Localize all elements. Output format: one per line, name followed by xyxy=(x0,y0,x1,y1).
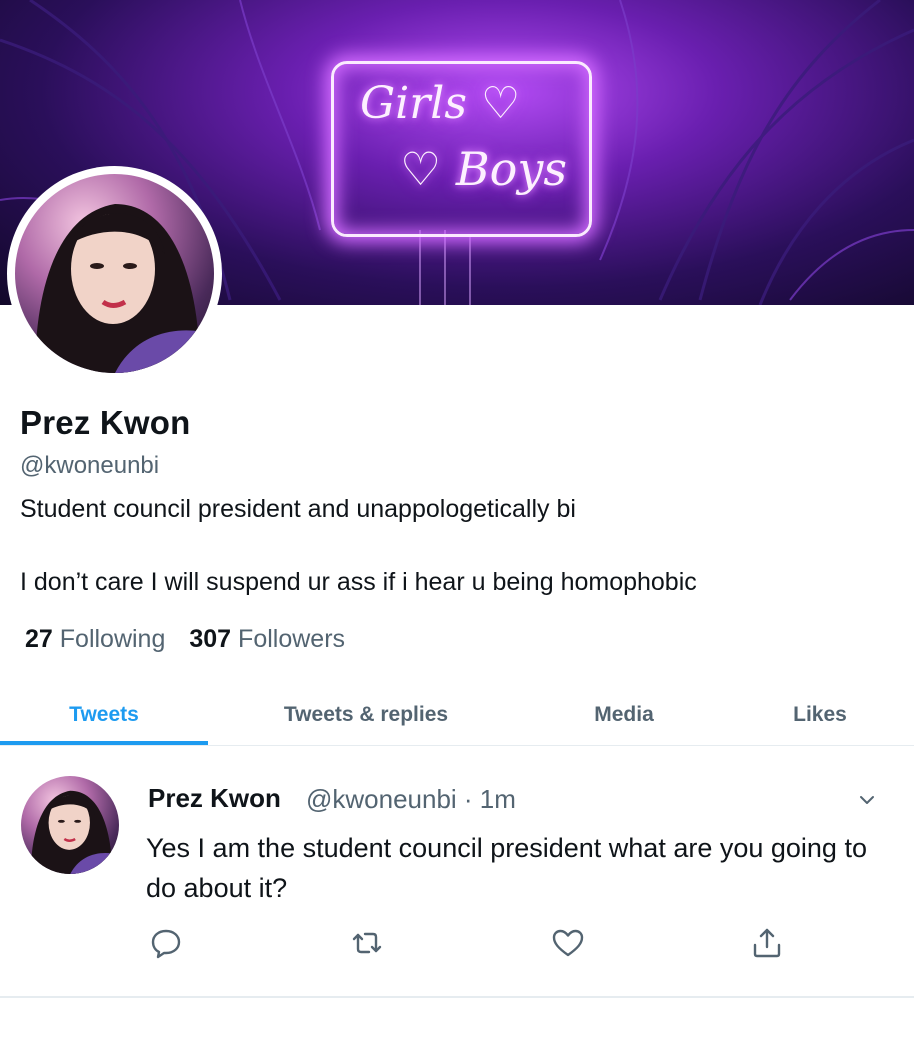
tab-media[interactable]: Media xyxy=(540,688,708,742)
tab-likes[interactable]: Likes xyxy=(740,688,900,742)
profile-handle: @kwoneunbi xyxy=(20,452,160,479)
profile-bio-line2: I don’t care I will suspend ur ass if i … xyxy=(20,568,697,596)
reply-icon[interactable] xyxy=(148,925,184,961)
tweet-text: Yes I am the student council president w… xyxy=(146,833,867,903)
active-tab-indicator xyxy=(0,741,208,745)
follow-stats: 27 Following 307 Followers xyxy=(25,625,369,654)
retweet-icon[interactable] xyxy=(349,925,385,961)
followers-label: Followers xyxy=(238,625,346,653)
tweet-author-name[interactable]: Prez Kwon xyxy=(148,783,281,814)
followers-count: 307 xyxy=(189,625,232,653)
avatar-photo xyxy=(15,174,214,373)
profile-bio-line1: Student council president and unappologe… xyxy=(20,495,576,523)
neon-text-line1: Girls ♡ xyxy=(360,78,521,129)
tweet-meta: @kwoneunbi · 1m xyxy=(306,784,516,814)
profile-avatar[interactable] xyxy=(7,166,222,381)
like-icon[interactable] xyxy=(550,925,586,961)
tab-tweets[interactable]: Tweets xyxy=(0,688,208,742)
tab-tweets-and-replies[interactable]: Tweets & replies xyxy=(248,688,484,742)
tweet-avatar-portrait-illustration xyxy=(30,790,119,874)
share-icon[interactable] xyxy=(749,925,785,961)
followers-link[interactable]: 307 Followers xyxy=(189,625,345,653)
tweet-avatar[interactable] xyxy=(21,776,119,874)
profile-tabs: Tweets Tweets & replies Media Likes xyxy=(0,688,914,746)
tweet-avatar-photo xyxy=(21,776,119,874)
following-link[interactable]: 27 Following xyxy=(25,625,165,653)
avatar-portrait-illustration xyxy=(35,204,214,373)
following-count: 27 xyxy=(25,625,53,653)
following-label: Following xyxy=(59,625,166,653)
chevron-down-icon[interactable] xyxy=(857,790,877,810)
neon-text-line2: ♡ Boys xyxy=(400,142,567,196)
profile-name: Prez Kwon xyxy=(20,404,191,441)
